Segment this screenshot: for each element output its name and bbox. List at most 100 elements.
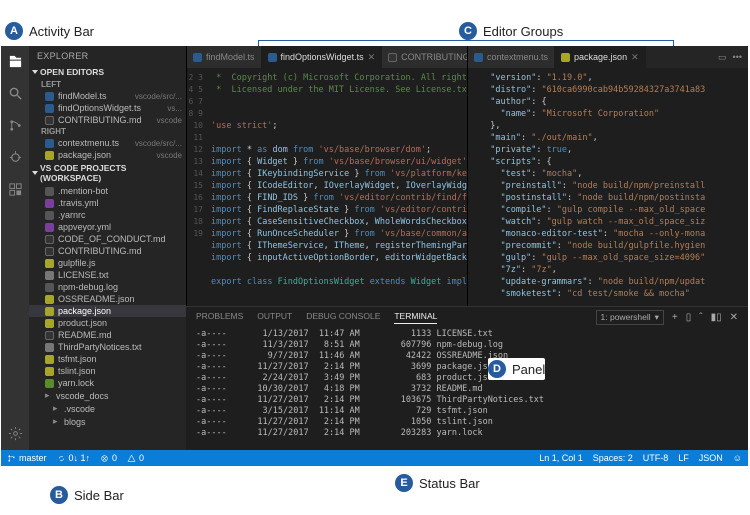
list-item[interactable]: npm-debug.log <box>29 281 186 293</box>
status-errors[interactable]: 0 <box>100 453 117 463</box>
file-name: product.json <box>58 318 107 328</box>
list-item[interactable]: ThirdPartyNotices.txt <box>29 341 186 353</box>
file-name: CODE_OF_CONDUCT.md <box>58 234 166 244</box>
file-icon <box>268 53 277 62</box>
file-hint: vscode/src/... <box>135 92 184 101</box>
line-gutter: 2 3 4 5 6 7 8 9 10 11 12 13 14 15 16 17 … <box>187 68 207 306</box>
file-name: README.md <box>58 330 112 340</box>
list-item[interactable]: findModel.tsvscode/src/... <box>29 90 186 102</box>
file-name: vscode_docs <box>56 391 109 401</box>
file-name: OSSREADME.json <box>58 294 135 304</box>
list-item[interactable]: ▸blogs <box>29 415 186 428</box>
list-item[interactable]: appveyor.yml <box>29 221 186 233</box>
list-item[interactable]: gulpfile.js <box>29 257 186 269</box>
file-icon <box>45 199 54 208</box>
file-icon <box>45 319 54 328</box>
panel-action-button[interactable]: + <box>672 312 678 323</box>
file-name: LICENSE.txt <box>58 270 109 280</box>
open-editors-right-label: RIGHT <box>29 126 186 137</box>
terminal-output[interactable]: -a---- 1/13/2017 11:47 AM 1133 LICENSE.t… <box>186 327 748 450</box>
file-icon <box>45 379 54 388</box>
search-icon[interactable] <box>1 84 29 102</box>
main-area: EXPLORER OPEN EDITORS LEFT findModel.tsv… <box>1 46 748 450</box>
callout-badge-e: E <box>395 474 413 492</box>
file-icon <box>45 355 54 364</box>
file-icon <box>45 223 54 232</box>
tab-label: findModel.ts <box>206 52 255 62</box>
tab-bar-left: findModel.ts findOptionsWidget.ts ✕ CONTRIB… <box>187 46 467 68</box>
list-item[interactable]: CONTRIBUTING.md <box>29 245 186 257</box>
file-name: tsfmt.json <box>58 354 97 364</box>
list-item[interactable]: CODE_OF_CONDUCT.md <box>29 233 186 245</box>
code-editor-right[interactable]: "version": "1.19.0", "distro": "610ca699… <box>468 68 748 306</box>
status-encoding[interactable]: UTF-8 <box>643 453 669 463</box>
status-warnings[interactable]: 0 <box>127 453 144 463</box>
list-item[interactable]: ▸.vscode <box>29 402 186 415</box>
file-icon <box>45 92 54 101</box>
panel-tab[interactable]: TERMINAL <box>394 311 437 324</box>
close-icon[interactable]: ✕ <box>631 52 639 63</box>
file-name: CONTRIBUTING.md <box>58 115 142 125</box>
extensions-icon[interactable] <box>1 180 29 198</box>
file-name: contextmenu.ts <box>58 138 119 148</box>
tab-action-button[interactable]: ••• <box>733 52 742 62</box>
list-item[interactable]: tslint.json <box>29 365 186 377</box>
list-item[interactable]: product.json <box>29 317 186 329</box>
status-sync[interactable]: 0↓ 1↑ <box>57 453 91 463</box>
panel-tab[interactable]: PROBLEMS <box>196 311 243 324</box>
panel-action-button[interactable]: ✕ <box>730 312 738 323</box>
list-item[interactable]: ▸vscode_docs <box>29 389 186 402</box>
gear-icon[interactable] <box>1 424 29 442</box>
file-icon <box>45 307 54 316</box>
file-icon <box>45 151 54 160</box>
code-editor-left[interactable]: 2 3 4 5 6 7 8 9 10 11 12 13 14 15 16 17 … <box>187 68 467 306</box>
list-item[interactable]: findOptionsWidget.tsvs... <box>29 102 186 114</box>
file-name: package.json <box>58 150 111 160</box>
list-item[interactable]: tsfmt.json <box>29 353 186 365</box>
editor-tab[interactable]: package.json✕ <box>555 46 646 68</box>
file-name: .mention-bot <box>58 186 108 196</box>
file-name: blogs <box>64 417 86 427</box>
git-icon[interactable] <box>1 116 29 134</box>
list-item[interactable]: yarn.lock <box>29 377 186 389</box>
list-item[interactable]: .travis.yml <box>29 197 186 209</box>
editor-tab[interactable]: findOptionsWidget.ts ✕ <box>262 46 383 68</box>
chevron-down-icon: ▾ <box>655 312 659 323</box>
list-item[interactable]: package.json <box>29 305 186 317</box>
explorer-icon[interactable] <box>1 52 29 70</box>
list-item[interactable]: contextmenu.tsvscode/src/... <box>29 137 186 149</box>
debug-icon[interactable] <box>1 148 29 166</box>
terminal-selector[interactable]: 1: powershell▾ <box>596 310 664 325</box>
tab-label: findOptionsWidget.ts <box>281 52 364 62</box>
editor-tab[interactable]: contextmenu.ts <box>468 46 555 68</box>
status-feedback[interactable]: ☺ <box>733 453 742 463</box>
list-item[interactable]: CONTRIBUTING.mdvscode <box>29 114 186 126</box>
list-item[interactable]: package.jsonvscode <box>29 149 186 161</box>
list-item[interactable]: .mention-bot <box>29 185 186 197</box>
status-eol[interactable]: LF <box>678 453 689 463</box>
panel-action-button[interactable]: ▮▯ <box>711 312 722 323</box>
tab-action-button[interactable]: ▭ <box>718 52 727 63</box>
panel-action-button[interactable]: ▯ <box>686 312 692 323</box>
file-name: ThirdPartyNotices.txt <box>58 342 142 352</box>
panel-tab[interactable]: DEBUG CONSOLE <box>306 311 380 324</box>
list-item[interactable]: OSSREADME.json <box>29 293 186 305</box>
panel-tab[interactable]: OUTPUT <box>257 311 292 324</box>
workspace-section[interactable]: VS CODE PROJECTS (WORKSPACE) <box>29 161 186 185</box>
close-icon[interactable]: ✕ <box>368 52 376 63</box>
editor-tab[interactable]: findModel.ts <box>187 46 262 68</box>
open-editors-section[interactable]: OPEN EDITORS <box>29 65 186 79</box>
status-lncol[interactable]: Ln 1, Col 1 <box>539 453 583 463</box>
status-spaces[interactable]: Spaces: 2 <box>593 453 633 463</box>
list-item[interactable]: README.md <box>29 329 186 341</box>
status-branch[interactable]: master <box>7 453 47 463</box>
list-item[interactable]: .yarnrc <box>29 209 186 221</box>
file-icon <box>45 211 54 220</box>
editor-group-right: contextmenu.tspackage.json✕ ▭ ••• "version… <box>467 46 748 306</box>
panel-action-button[interactable]: ˆ <box>699 312 702 323</box>
list-item[interactable]: LICENSE.txt <box>29 269 186 281</box>
panel-actions: 1: powershell▾ + ▯ ˆ ▮▯ ✕ <box>596 310 738 325</box>
editor-tab[interactable]: CONTRIBUTING.md <box>382 46 467 68</box>
file-name: npm-debug.log <box>58 282 118 292</box>
status-lang[interactable]: JSON <box>699 453 723 463</box>
